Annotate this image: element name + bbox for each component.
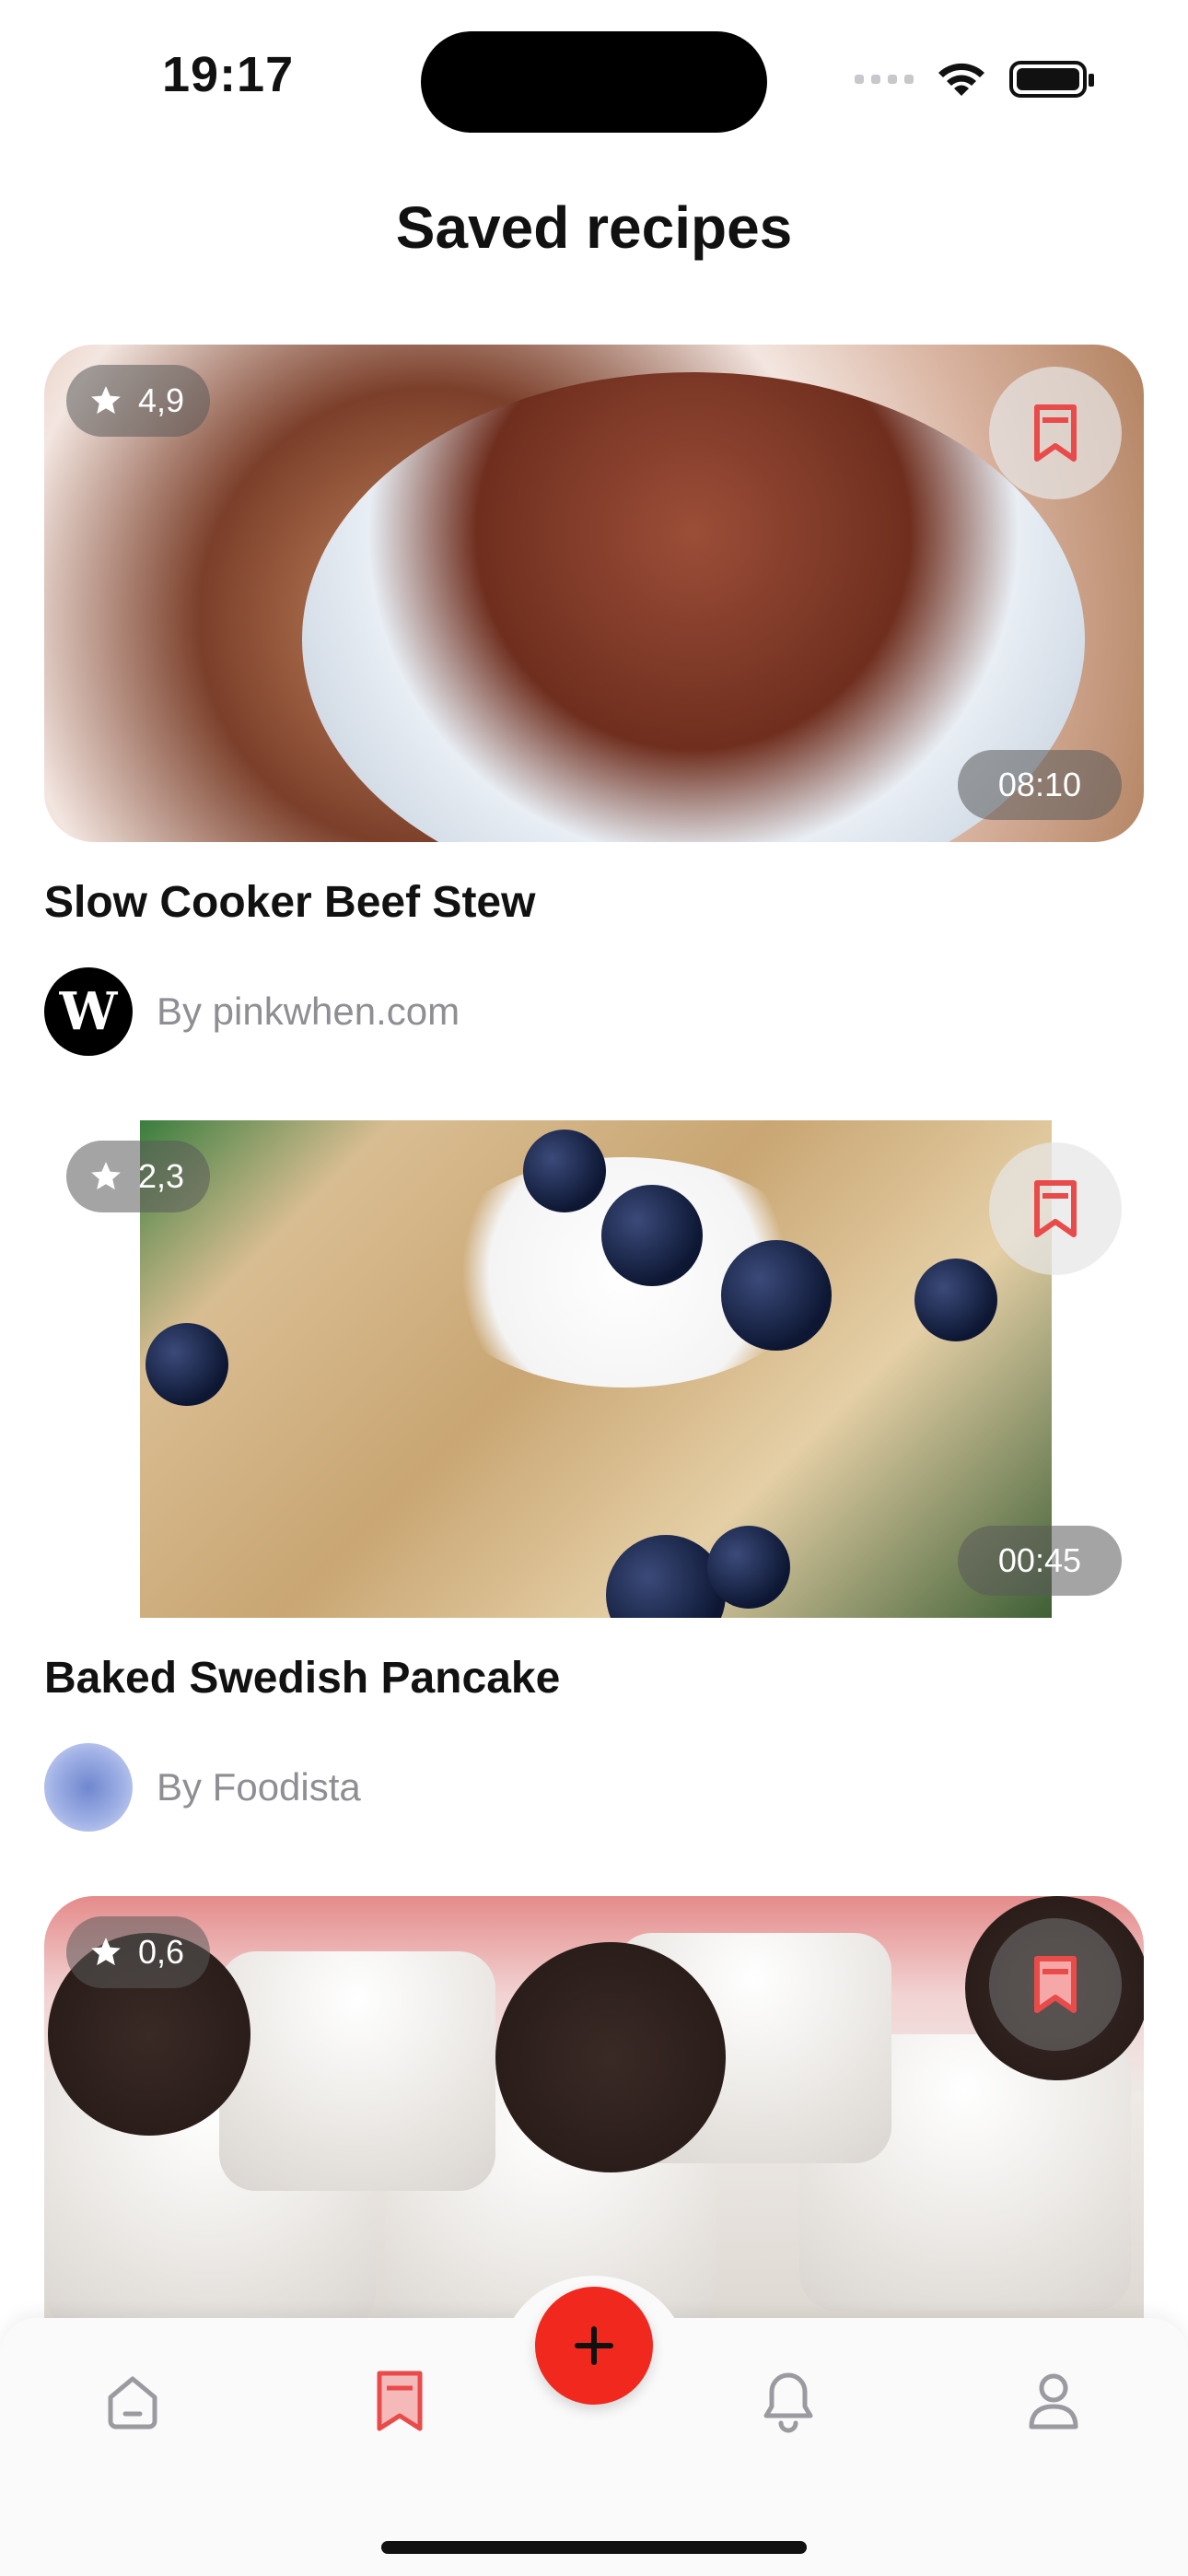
bookmark-icon: [1034, 1956, 1077, 2013]
plus-icon: [575, 2326, 613, 2365]
status-time: 19:17: [162, 47, 295, 102]
star-icon: [91, 1938, 121, 1966]
bookmark-button[interactable]: [989, 367, 1122, 499]
status-bar: 19:17: [0, 0, 1188, 157]
home-icon: [108, 2376, 157, 2430]
bookmark-button[interactable]: [989, 1918, 1122, 2051]
duration-badge: 08:10: [957, 750, 1122, 820]
battery-icon: [1009, 61, 1094, 98]
signal-icon: [855, 75, 914, 84]
author-avatar: [44, 1743, 133, 1832]
rating-value: 2,3: [138, 1157, 185, 1195]
rating-value: 0,6: [138, 1933, 185, 1971]
author-name: By Foodista: [157, 1765, 361, 1809]
dynamic-island: [421, 31, 767, 133]
tab-saved[interactable]: [363, 2364, 437, 2438]
profile-icon: [1029, 2373, 1078, 2430]
tab-notifications[interactable]: [751, 2364, 825, 2438]
bookmark-icon: [1034, 404, 1077, 462]
recipe-title[interactable]: Baked Swedish Pancake: [44, 1653, 560, 1704]
author-avatar: W: [44, 967, 133, 1056]
wifi-icon: [938, 63, 984, 96]
tab-home[interactable]: [96, 2364, 169, 2438]
recipe-author[interactable]: W By pinkwhen.com: [44, 967, 460, 1056]
rating-value: 4,9: [138, 381, 185, 419]
author-name: By pinkwhen.com: [157, 989, 460, 1033]
home-indicator: [381, 2541, 807, 2554]
star-icon: [91, 1162, 121, 1190]
page-title: Saved recipes: [395, 194, 793, 261]
recipe-image[interactable]: 4,9 08:10: [44, 345, 1144, 842]
saved-icon: [377, 2371, 423, 2431]
rating-badge: 4,9: [66, 365, 211, 437]
recipe-image[interactable]: 2,3 00:45: [44, 1120, 1144, 1618]
add-recipe-button[interactable]: [535, 2287, 653, 2405]
star-icon: [91, 386, 121, 415]
bookmark-icon: [1034, 1180, 1077, 1237]
tab-profile[interactable]: [1017, 2364, 1090, 2438]
duration-badge: 00:45: [957, 1526, 1122, 1596]
notifications-icon: [763, 2372, 813, 2433]
recipe-title[interactable]: Slow Cooker Beef Stew: [44, 877, 535, 928]
recipe-author[interactable]: By Foodista: [44, 1743, 361, 1832]
rating-badge: 0,6: [66, 1916, 211, 1988]
status-icons: [855, 59, 1094, 100]
rating-badge: 2,3: [66, 1141, 211, 1212]
bookmark-button[interactable]: [989, 1142, 1122, 1275]
